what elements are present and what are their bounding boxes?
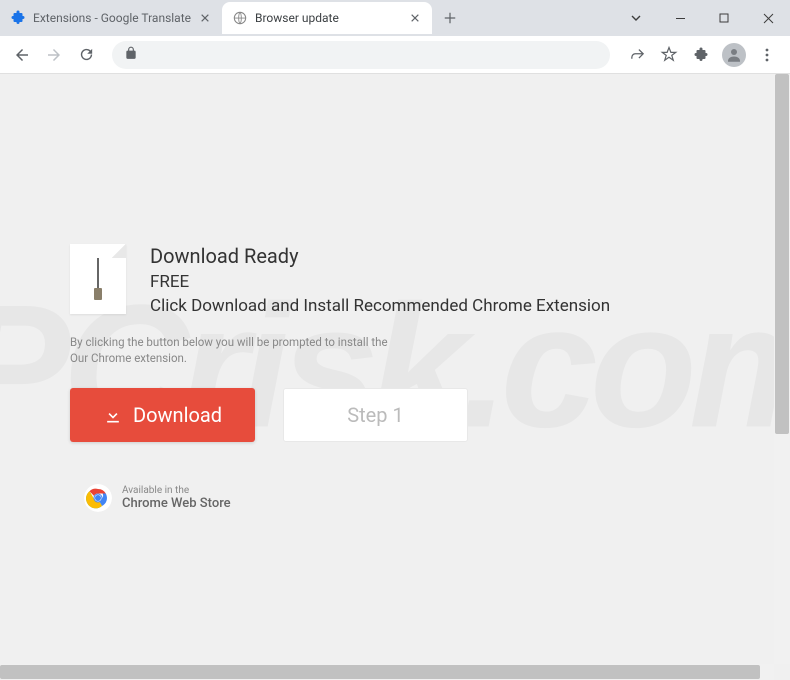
title-bar: Extensions - Google Translate Browser up… — [0, 0, 790, 36]
step-button[interactable]: Step 1 — [283, 388, 468, 442]
page-viewport: PCrisk.com Download Ready FREE Click Dow… — [0, 74, 790, 680]
webstore-line1: Available in the — [122, 485, 231, 496]
close-icon[interactable] — [198, 11, 212, 25]
disclaimer-text: By clicking the button below you will be… — [70, 334, 730, 366]
download-button[interactable]: Download — [70, 388, 255, 442]
step-label: Step 1 — [347, 403, 403, 427]
tab-browser-update[interactable]: Browser update — [222, 2, 432, 34]
scrollbar-thumb[interactable] — [775, 74, 789, 434]
webstore-line2: Chrome Web Store — [122, 496, 231, 511]
tab-extensions[interactable]: Extensions - Google Translate — [0, 2, 222, 34]
free-label: FREE — [150, 272, 610, 292]
window-close[interactable] — [746, 3, 790, 33]
lock-icon — [124, 45, 138, 64]
chrome-logo-icon — [84, 484, 112, 512]
zip-file-icon — [70, 244, 126, 314]
page-subtitle: Click Download and Install Recommended C… — [150, 296, 610, 316]
horizontal-scrollbar[interactable] — [0, 664, 774, 680]
puzzle-icon — [10, 10, 26, 26]
menu-icon[interactable] — [752, 40, 782, 70]
tab-title: Browser update — [255, 11, 401, 25]
share-icon[interactable] — [622, 40, 652, 70]
reload-button[interactable] — [72, 41, 100, 69]
forward-button[interactable] — [40, 41, 68, 69]
extensions-icon[interactable] — [686, 40, 716, 70]
vertical-scrollbar[interactable] — [774, 74, 790, 664]
download-label: Download — [133, 403, 222, 427]
new-tab-button[interactable] — [436, 4, 464, 32]
download-icon — [103, 405, 123, 425]
browser-toolbar — [0, 36, 790, 74]
address-bar[interactable] — [112, 41, 610, 69]
scrollbar-thumb[interactable] — [0, 665, 760, 679]
globe-icon — [232, 10, 248, 26]
chrome-web-store-badge[interactable]: Available in the Chrome Web Store — [84, 484, 730, 512]
close-icon[interactable] — [408, 11, 422, 25]
page-heading: Download Ready — [150, 244, 610, 268]
window-minimize[interactable] — [658, 3, 702, 33]
back-button[interactable] — [8, 41, 36, 69]
window-maximize[interactable] — [702, 3, 746, 33]
tab-title: Extensions - Google Translate — [33, 11, 191, 25]
window-caret[interactable] — [614, 3, 658, 33]
profile-avatar[interactable] — [722, 43, 746, 67]
bookmark-icon[interactable] — [654, 40, 684, 70]
